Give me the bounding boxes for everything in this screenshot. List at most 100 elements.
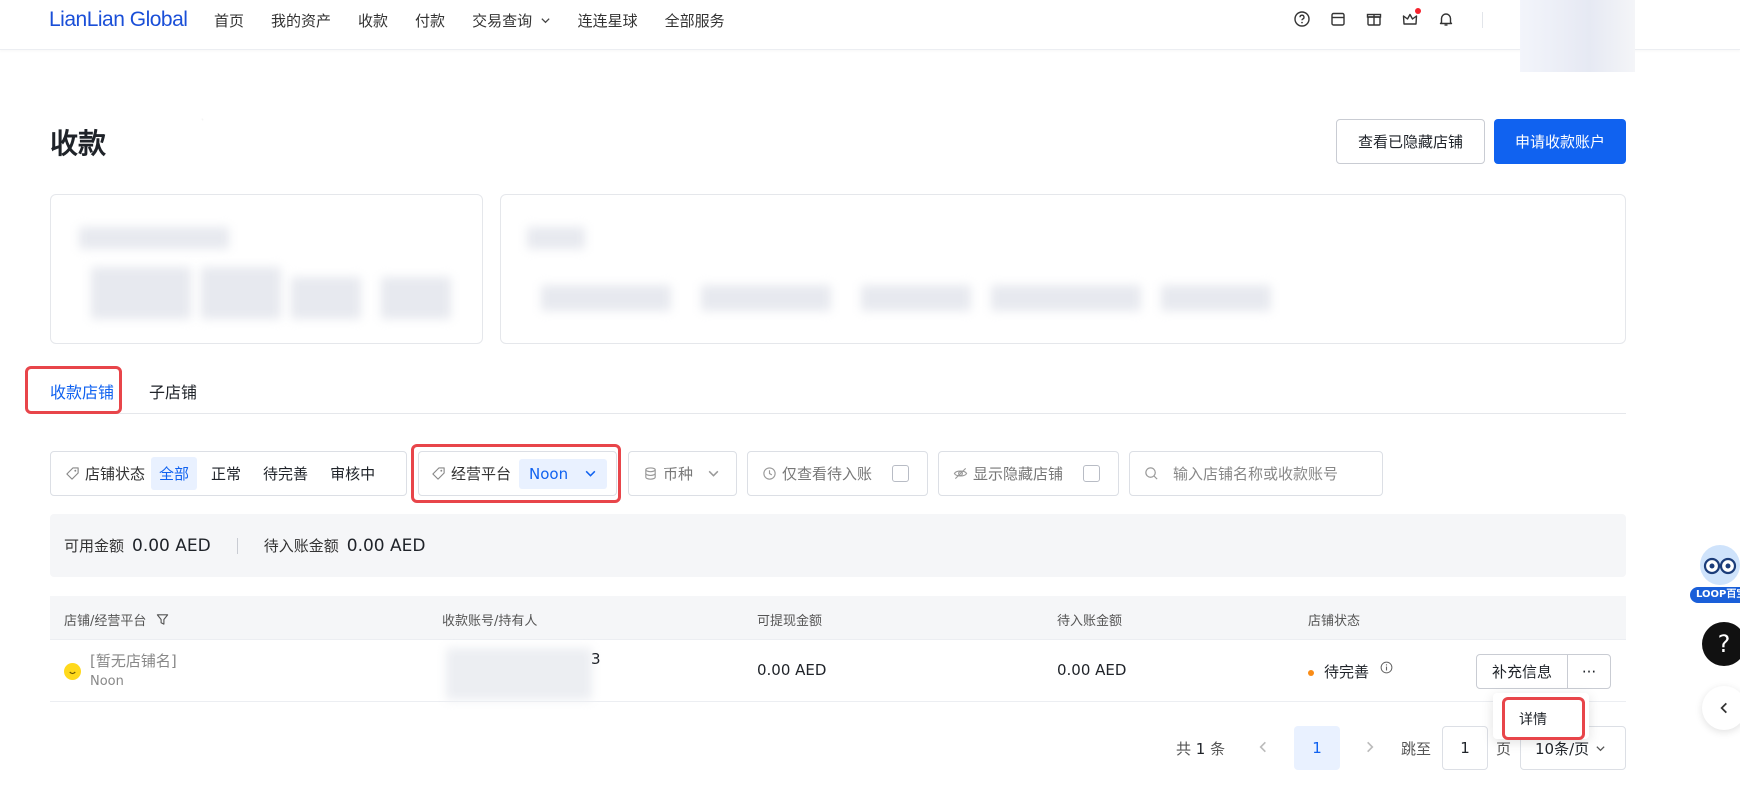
complete-info-button[interactable]: 补充信息 (1476, 654, 1568, 689)
table-row: [暂无店铺名] Noon 3 0.00 AED 0.00 AED 待完善 补充信… (50, 640, 1626, 702)
nav-item-pay[interactable]: 付款 (415, 10, 445, 31)
top-bar: LianLian Global 首页 我的资产 收款 付款 交易查询 连连星球 … (0, 0, 1740, 50)
account-suffix: 3 (591, 650, 601, 668)
store-status-filter: 店铺状态 全部 正常 待完善 审核中 (50, 451, 407, 496)
blurred-content (201, 267, 281, 319)
table-header: 店铺/经营平台 收款账号/持有人 可提现金额 待入账金额 店铺状态 (50, 596, 1626, 640)
platform-filter: 经营平台 Noon (418, 451, 617, 496)
currency-filter[interactable]: 币种 (628, 451, 737, 496)
clock-icon (762, 466, 777, 481)
pending-only-checkbox[interactable] (892, 465, 910, 482)
nav-item-assets[interactable]: 我的资产 (271, 10, 331, 31)
pagination: 共 1 条 1 跳至 1 页 10条/页 (0, 726, 1740, 770)
view-hidden-stores-button[interactable]: 查看已隐藏店铺 (1336, 119, 1485, 164)
status-option-reviewing[interactable]: 审核中 (322, 457, 383, 490)
next-page-icon[interactable] (1363, 740, 1377, 754)
blurred-content (291, 277, 361, 319)
status-option-all[interactable]: 全部 (151, 457, 198, 490)
help-circle-icon[interactable] (1293, 10, 1311, 28)
top-divider (1482, 12, 1483, 28)
robot-icon (1700, 545, 1740, 585)
pending-only-filter[interactable]: 仅查看待入账 (747, 451, 928, 496)
more-actions-button[interactable]: ··· (1567, 654, 1611, 689)
store-platform: Noon (90, 674, 124, 689)
store-name[interactable]: [暂无店铺名] (90, 650, 177, 671)
chevron-down-icon (707, 467, 720, 480)
collapse-side-button[interactable] (1702, 686, 1740, 730)
column-header-store-text: 店铺/经营平台 (64, 614, 147, 629)
apply-account-button[interactable]: 申请收款账户 (1494, 119, 1626, 164)
show-hidden-label: 显示隐藏店铺 (953, 463, 1063, 484)
blurred-content (79, 227, 229, 249)
nav-item-receive[interactable]: 收款 (358, 10, 388, 31)
chevron-left-icon (1720, 702, 1727, 714)
calendar-icon[interactable] (1329, 10, 1347, 28)
nav-item-home[interactable]: 首页 (214, 10, 244, 31)
search-icon (1144, 466, 1159, 481)
main-nav: 首页 我的资产 收款 付款 交易查询 连连星球 全部服务 (214, 0, 752, 40)
store-status: 待完善 (1308, 661, 1393, 682)
total-number: 1 (1195, 740, 1206, 758)
column-header-withdrawable: 可提现金额 (757, 614, 823, 629)
filter-icon[interactable] (156, 613, 169, 626)
prev-page-icon[interactable] (1256, 740, 1270, 754)
total-count: 共 1 条 (1176, 738, 1225, 759)
pending-amount-value: 0.00 AED (346, 535, 426, 556)
smile-icon (64, 663, 81, 680)
column-header-store: 店铺/经营平台 (64, 610, 169, 629)
blurred-account (446, 648, 592, 700)
logo[interactable]: LianLian Global (49, 8, 188, 32)
top-icons (1293, 8, 1473, 28)
page-suffix: 页 (1496, 740, 1512, 758)
available-amount-label: 可用金额 (64, 537, 125, 555)
loop-assistant-widget[interactable]: LOOP百宝 (1688, 540, 1740, 604)
nav-item-transactions[interactable]: 交易查询 (472, 10, 551, 31)
blurred-content (701, 285, 831, 311)
withdrawable-amount: 0.00 AED (757, 661, 827, 679)
info-icon[interactable] (1380, 661, 1393, 674)
blurred-content (1161, 285, 1271, 311)
balance-card-right (500, 194, 1626, 344)
balance-card-left (50, 194, 483, 344)
search-box[interactable] (1129, 451, 1383, 496)
currency-label: 币种 (643, 463, 693, 484)
bell-icon[interactable] (1437, 10, 1455, 28)
notification-dot (1415, 8, 1421, 14)
column-header-pending: 待入账金额 (1057, 614, 1123, 629)
dropdown-item-details[interactable]: 详情 (1519, 709, 1547, 729)
column-header-status: 店铺状态 (1308, 614, 1361, 629)
tab-sub-stores[interactable]: 子店铺 (149, 379, 197, 403)
status-option-normal[interactable]: 正常 (203, 457, 249, 490)
jump-label: 跳至 (1401, 740, 1432, 758)
available-amount-value: 0.00 AED (132, 535, 211, 556)
status-option-incomplete[interactable]: 待完善 (255, 457, 316, 490)
eye-off-icon (953, 466, 968, 481)
platform-label: 经营平台 (431, 463, 511, 484)
show-hidden-filter[interactable]: 显示隐藏店铺 (938, 451, 1119, 496)
chevron-down-icon (584, 467, 597, 480)
chevron-down-icon (536, 16, 551, 29)
page-number-current[interactable]: 1 (1294, 726, 1340, 770)
page-size-value: 10条/页 (1535, 739, 1590, 758)
pending-amount: 0.00 AED (1057, 661, 1127, 679)
tag-icon (65, 466, 80, 481)
total-prefix: 共 (1176, 740, 1192, 758)
crown-icon[interactable] (1401, 8, 1421, 28)
help-float-button[interactable]: ? (1702, 622, 1740, 666)
search-input[interactable] (1173, 464, 1358, 483)
store-status-text: 店铺状态 (85, 465, 146, 483)
user-avatar[interactable] (1520, 0, 1635, 72)
loop-label: LOOP百宝 (1690, 587, 1740, 603)
nav-item-all-services[interactable]: 全部服务 (665, 10, 725, 31)
tab-active-indicator (50, 412, 114, 414)
tab-receive-stores[interactable]: 收款店铺 (50, 379, 114, 403)
jump-page-input[interactable]: 1 (1442, 726, 1488, 770)
pending-only-label: 仅查看待入账 (762, 463, 872, 484)
platform-select[interactable]: Noon (519, 458, 608, 489)
gift-icon[interactable] (1365, 10, 1383, 28)
nav-item-planet[interactable]: 连连星球 (578, 10, 638, 31)
summary-divider (236, 537, 238, 554)
platform-label-text: 经营平台 (451, 465, 512, 483)
tag-icon (431, 466, 446, 481)
show-hidden-checkbox[interactable] (1083, 465, 1101, 482)
